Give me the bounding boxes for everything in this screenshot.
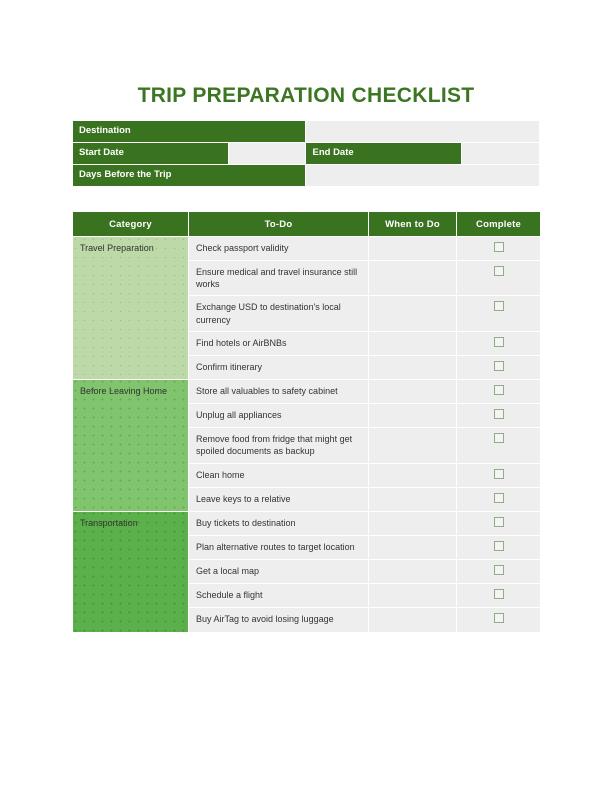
todo-cell[interactable]: Remove food from fridge that might get s… bbox=[188, 427, 369, 464]
checkbox-icon[interactable] bbox=[493, 301, 504, 312]
checkbox-icon[interactable] bbox=[493, 516, 504, 527]
category-cell: Transportation bbox=[72, 510, 189, 633]
checkbox-icon[interactable] bbox=[493, 540, 504, 551]
checklist-body: Travel Preparation Check passport validit… bbox=[72, 235, 541, 633]
todo-cell[interactable]: Ensure medical and travel insurance stil… bbox=[188, 260, 369, 297]
checklist-page: TRIP PREPARATION CHECKLIST Destination S… bbox=[0, 0, 612, 791]
complete-cell[interactable] bbox=[456, 378, 541, 405]
when-to-do-cell[interactable] bbox=[368, 354, 457, 380]
complete-cell[interactable] bbox=[456, 583, 541, 609]
when-to-do-cell[interactable] bbox=[368, 462, 457, 488]
when-to-do-cell[interactable] bbox=[368, 486, 457, 512]
page-title: TRIP PREPARATION CHECKLIST bbox=[137, 84, 475, 107]
checkbox-icon[interactable] bbox=[493, 565, 504, 576]
start-date-value-field[interactable] bbox=[227, 142, 307, 165]
checkbox-icon[interactable] bbox=[493, 336, 504, 347]
column-header-complete: Complete bbox=[456, 211, 541, 237]
when-to-do-cell[interactable] bbox=[368, 559, 457, 585]
category-cell: Travel Preparation bbox=[72, 236, 189, 380]
checkbox-icon[interactable] bbox=[493, 492, 504, 503]
column-header-category: Category bbox=[72, 211, 189, 237]
todo-cell[interactable]: Find hotels or AirBNBs bbox=[188, 330, 369, 356]
todo-cell[interactable]: Check passport validity bbox=[188, 235, 369, 262]
complete-cell[interactable] bbox=[456, 534, 541, 561]
complete-cell[interactable] bbox=[456, 295, 541, 332]
checkbox-icon[interactable] bbox=[493, 613, 504, 624]
todo-cell[interactable]: Buy AirTag to avoid losing luggage bbox=[188, 607, 369, 633]
table-row: Travel Preparation Check passport validit… bbox=[72, 235, 541, 380]
category-cell: Before Leaving Home bbox=[72, 378, 189, 512]
todo-cell[interactable]: Unplug all appliances bbox=[188, 403, 369, 429]
complete-cell[interactable] bbox=[456, 559, 541, 585]
trip-info-table: Destination Start Date End Date Days Bef… bbox=[71, 120, 540, 187]
when-to-do-cell[interactable] bbox=[368, 330, 457, 356]
when-to-do-cell[interactable] bbox=[368, 235, 457, 262]
when-to-do-cell[interactable] bbox=[368, 403, 457, 429]
column-header-when: When to Do bbox=[368, 211, 457, 237]
checkbox-icon[interactable] bbox=[493, 384, 504, 395]
days-before-value-field[interactable] bbox=[305, 164, 540, 187]
checkbox-icon[interactable] bbox=[493, 360, 504, 371]
when-to-do-cell[interactable] bbox=[368, 607, 457, 633]
complete-cell[interactable] bbox=[456, 462, 541, 488]
todo-cell[interactable]: Schedule a flight bbox=[188, 583, 369, 609]
todo-cell[interactable]: Confirm itinerary bbox=[188, 354, 369, 380]
table-row: Transportation Buy tickets to destination bbox=[72, 510, 541, 633]
checkbox-icon[interactable] bbox=[493, 589, 504, 600]
complete-cell[interactable] bbox=[456, 330, 541, 356]
complete-cell[interactable] bbox=[456, 354, 541, 380]
complete-cell[interactable] bbox=[456, 607, 541, 633]
complete-cell[interactable] bbox=[456, 403, 541, 429]
start-date-label: Start Date bbox=[72, 142, 229, 165]
when-to-do-cell[interactable] bbox=[368, 510, 457, 536]
destination-label: Destination bbox=[71, 120, 307, 143]
info-row-dates: Start Date End Date bbox=[72, 142, 540, 165]
checkbox-icon[interactable] bbox=[493, 468, 504, 479]
complete-cell[interactable] bbox=[456, 235, 541, 262]
table-row: Before Leaving Home Store all valuables t… bbox=[72, 378, 541, 512]
checklist-table: Category To-Do When to Do Complete Trave… bbox=[72, 211, 541, 633]
when-to-do-cell[interactable] bbox=[368, 583, 457, 609]
todo-cell[interactable]: Buy tickets to destination bbox=[188, 510, 369, 536]
todo-cell[interactable]: Get a local map bbox=[188, 559, 369, 585]
column-header-todo: To-Do bbox=[188, 211, 369, 237]
complete-cell[interactable] bbox=[456, 260, 541, 297]
complete-cell[interactable] bbox=[456, 510, 541, 536]
checkbox-icon[interactable] bbox=[493, 409, 504, 420]
todo-cell[interactable]: Plan alternative routes to target locati… bbox=[188, 534, 369, 561]
when-to-do-cell[interactable] bbox=[368, 427, 457, 464]
info-row-destination: Destination bbox=[71, 120, 540, 143]
when-to-do-cell[interactable] bbox=[368, 378, 457, 405]
end-date-label: End Date bbox=[305, 142, 463, 165]
complete-cell[interactable] bbox=[456, 486, 541, 512]
todo-cell[interactable]: Leave keys to a relative bbox=[188, 486, 369, 512]
checkbox-icon[interactable] bbox=[493, 433, 504, 444]
checkbox-icon[interactable] bbox=[493, 266, 504, 277]
days-before-label: Days Before the Trip bbox=[71, 164, 307, 187]
when-to-do-cell[interactable] bbox=[368, 534, 457, 561]
complete-cell[interactable] bbox=[456, 427, 541, 464]
todo-cell[interactable]: Clean home bbox=[188, 462, 369, 488]
when-to-do-cell[interactable] bbox=[368, 295, 457, 332]
checkbox-icon[interactable] bbox=[493, 242, 504, 252]
destination-value-field[interactable] bbox=[305, 120, 540, 143]
todo-cell[interactable]: Exchange USD to destination's local curr… bbox=[188, 295, 369, 332]
info-row-days-before: Days Before the Trip bbox=[71, 164, 540, 187]
checklist-header-row: Category To-Do When to Do Complete bbox=[72, 211, 541, 237]
todo-cell[interactable]: Store all valuables to safety cabinet bbox=[188, 378, 369, 405]
when-to-do-cell[interactable] bbox=[368, 260, 457, 297]
end-date-value-field[interactable] bbox=[461, 142, 540, 165]
